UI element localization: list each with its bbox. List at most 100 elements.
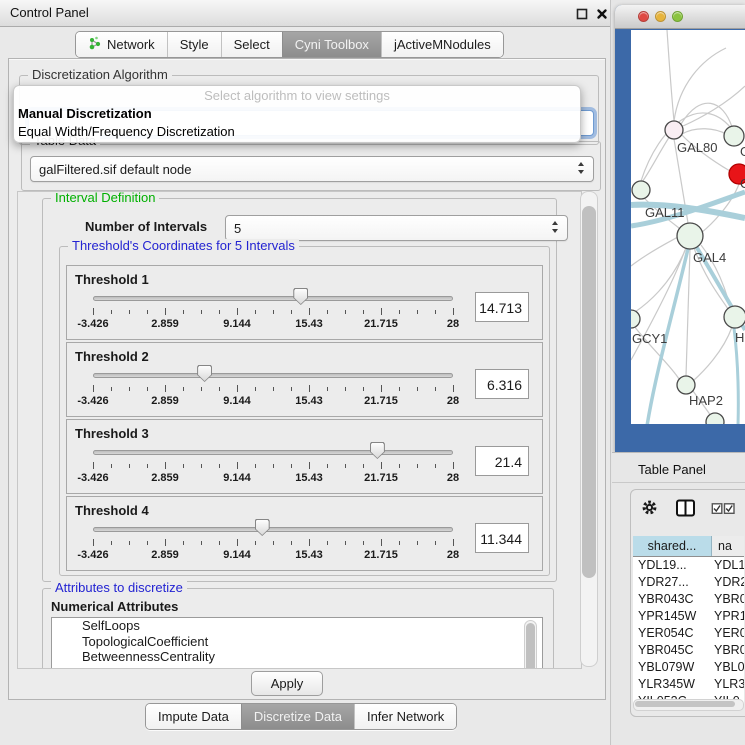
threshold-slider[interactable]: -3.4262.8599.14415.4321.71528 xyxy=(93,497,453,570)
table-row[interactable]: YPR145W YPR1 xyxy=(633,608,744,625)
slider-track[interactable] xyxy=(93,527,453,532)
network-window-titlebar[interactable] xyxy=(615,5,745,29)
slider-tick xyxy=(291,464,292,468)
table-row[interactable]: YLR345W YLR3 xyxy=(633,676,744,693)
network-edge[interactable] xyxy=(682,129,726,134)
settings-gear-icon[interactable] xyxy=(641,499,658,519)
slider-tick xyxy=(381,462,382,469)
network-node[interactable] xyxy=(632,181,650,199)
scrollbar-thumb[interactable] xyxy=(582,206,596,578)
slider-tick xyxy=(165,308,166,315)
tab-infer-network[interactable]: Infer Network xyxy=(354,704,456,729)
network-icon xyxy=(88,36,102,53)
slider-tick xyxy=(201,310,202,314)
network-node[interactable] xyxy=(677,223,703,249)
table-data-combobox[interactable]: galFiltered.sif default node xyxy=(30,156,594,182)
table-row[interactable]: YDR27... YDR2 xyxy=(633,574,744,591)
table-row[interactable]: YBR045C YBR0 xyxy=(633,642,744,659)
dropdown-option-manual-discretization[interactable]: Manual Discretization xyxy=(14,105,580,123)
tab-style[interactable]: Style xyxy=(167,32,221,57)
network-node[interactable] xyxy=(724,306,745,328)
tab-network[interactable]: Network xyxy=(76,32,167,57)
column-header-shared-name[interactable]: shared... xyxy=(633,536,712,556)
stepper-arrows-icon[interactable] xyxy=(577,161,585,178)
slider-track[interactable] xyxy=(93,296,453,301)
network-edge[interactable] xyxy=(674,48,726,121)
column-layout-icon[interactable] xyxy=(675,499,696,520)
group-title: Attributes to discretize xyxy=(51,581,187,595)
slider-track[interactable] xyxy=(93,373,453,378)
attributes-to-discretize-group: Attributes to discretize Numerical Attri… xyxy=(42,588,554,669)
slider-handle[interactable] xyxy=(293,288,308,305)
table-row[interactable]: YBL079W YBL0 xyxy=(633,659,744,676)
network-graph: GAL80GACGAL11GAL4GCY1HHAP2 xyxy=(631,30,745,424)
zoom-window-icon[interactable] xyxy=(672,11,683,22)
network-node[interactable] xyxy=(665,121,683,139)
threshold-slider[interactable]: -3.4262.8599.14415.4321.71528 xyxy=(93,343,453,416)
tab-discretize-data[interactable]: Discretize Data xyxy=(241,704,354,729)
threshold-value-field[interactable]: 6.316 xyxy=(475,369,529,399)
network-edge[interactable] xyxy=(683,86,745,126)
tab-select[interactable]: Select xyxy=(221,32,282,57)
threshold-slider[interactable]: -3.4262.8599.14415.4321.71528 xyxy=(93,266,453,339)
network-edge[interactable] xyxy=(631,237,678,266)
column-header-name[interactable]: na xyxy=(712,536,744,556)
scrollbar-thumb[interactable] xyxy=(635,701,735,707)
list-scrollbar[interactable] xyxy=(524,620,537,669)
slider-handle[interactable] xyxy=(197,365,212,382)
table-row[interactable]: YBR043C YBR0 xyxy=(633,591,744,608)
table-row[interactable]: YDL19... YDL1 xyxy=(633,557,744,574)
slider-track[interactable] xyxy=(93,450,453,455)
tab-impute-data[interactable]: Impute Data xyxy=(146,704,241,729)
slider-tick xyxy=(93,539,94,546)
network-node[interactable] xyxy=(724,126,744,146)
slider-tick-label: 9.144 xyxy=(223,318,251,330)
tab-cyni-toolbox[interactable]: Cyni Toolbox xyxy=(282,32,381,57)
numerical-attributes-list[interactable]: SelfLoopsTopologicalCoefficientBetweenne… xyxy=(51,617,543,669)
slider-handle[interactable] xyxy=(255,519,270,536)
network-edge[interactable] xyxy=(667,30,674,121)
network-view-window[interactable]: GAL80GACGAL11GAL4GCY1HHAP2 xyxy=(615,5,745,452)
select-columns-checkboxes-icon[interactable] xyxy=(711,503,736,518)
attribute-list-item[interactable]: TopologicalCoefficient xyxy=(52,634,542,650)
network-node[interactable] xyxy=(677,376,695,394)
scrollbar-thumb[interactable] xyxy=(526,623,535,669)
tab-label: Infer Network xyxy=(367,709,444,724)
slider-tick-label: 21.715 xyxy=(364,472,398,484)
network-canvas[interactable]: GAL80GACGAL11GAL4GCY1HHAP2 xyxy=(631,30,745,424)
threshold-value-field[interactable]: 11.344 xyxy=(475,523,529,553)
slider-tick xyxy=(291,541,292,545)
slider-tick xyxy=(129,310,130,314)
network-edge[interactable] xyxy=(632,248,686,314)
slider-tick xyxy=(309,308,310,315)
network-edge[interactable] xyxy=(686,249,690,376)
network-edge[interactable] xyxy=(693,327,732,381)
threshold-slider[interactable]: -3.4262.8599.14415.4321.71528 xyxy=(93,420,453,493)
attribute-list-item[interactable]: SelfLoops xyxy=(52,618,542,634)
slider-tick-label: 28 xyxy=(447,472,459,484)
cell-shared-name: YBR045C xyxy=(633,642,711,659)
threshold-value-field[interactable]: 21.4 xyxy=(475,446,529,476)
threshold-value-field[interactable]: 14.713 xyxy=(475,292,529,322)
minimize-window-icon[interactable] xyxy=(655,11,666,22)
slider-tick-label: 28 xyxy=(447,549,459,561)
threshold-coordinates-group: Threshold's Coordinates for 5 Intervals … xyxy=(59,246,550,576)
close-icon[interactable] xyxy=(596,8,608,20)
attribute-list-item[interactable]: BetweennessCentrality xyxy=(52,649,542,665)
network-node[interactable] xyxy=(631,310,640,328)
settings-scrollbar[interactable] xyxy=(580,191,598,667)
apply-button[interactable]: Apply xyxy=(251,671,323,696)
slider-handle[interactable] xyxy=(370,442,385,459)
network-node[interactable] xyxy=(706,413,724,424)
stepper-arrows-icon[interactable] xyxy=(551,220,559,237)
network-node-label: H xyxy=(735,330,744,345)
tab-jactivemnodules[interactable]: jActiveMNodules xyxy=(381,32,503,57)
slider-tick xyxy=(129,541,130,545)
dropdown-option-equal-width-frequency[interactable]: Equal Width/Frequency Discretization xyxy=(14,123,580,141)
table-horizontal-scrollbar[interactable] xyxy=(633,699,744,711)
close-window-icon[interactable] xyxy=(638,11,649,22)
float-icon[interactable] xyxy=(576,8,588,20)
slider-tick-label: 21.715 xyxy=(364,318,398,330)
group-title: Discretization Algorithm xyxy=(28,68,172,82)
table-row[interactable]: YER054C YER0 xyxy=(633,625,744,642)
